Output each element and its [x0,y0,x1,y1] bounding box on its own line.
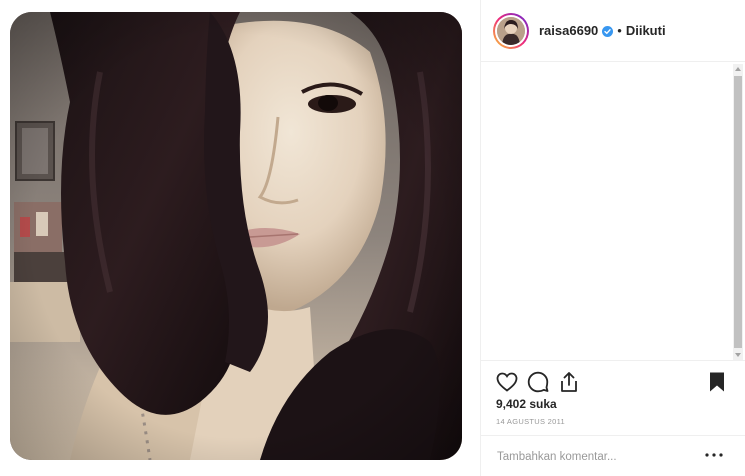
scrollbar-thumb[interactable] [734,76,742,348]
username-link[interactable]: raisa6690 [539,23,598,38]
post-sidebar: raisa6690 • Diikuti 9,402 suka 14 AGUSTU… [480,0,745,476]
post-photo[interactable] [10,12,462,460]
share-icon[interactable] [557,370,581,394]
instagram-post: raisa6690 • Diikuti 9,402 suka 14 AGUSTU… [0,0,745,476]
post-actions [481,360,745,400]
scroll-down-arrow-icon[interactable] [735,353,741,357]
avatar-image [497,16,525,45]
comments-area [481,62,745,360]
more-options-icon[interactable] [704,448,724,462]
following-button[interactable]: Diikuti [626,23,666,38]
add-comment-section [481,435,745,476]
scroll-up-arrow-icon[interactable] [735,67,741,71]
heart-icon[interactable] [495,370,519,394]
comments-scrollbar[interactable] [733,64,743,360]
separator-dot: • [617,23,622,38]
post-header: raisa6690 • Diikuti [481,0,745,62]
avatar-border [495,14,527,47]
likes-count[interactable]: 9,402 suka [496,397,557,411]
avatar [497,16,525,45]
avatar-story-ring[interactable] [493,12,529,49]
verified-badge-icon [602,26,614,37]
comment-icon[interactable] [526,370,550,394]
post-media [0,0,480,476]
comment-input[interactable] [495,446,699,468]
selfie-image [10,12,462,460]
post-date[interactable]: 14 AGUSTUS 2011 [496,417,565,426]
bookmark-icon[interactable] [705,370,729,394]
